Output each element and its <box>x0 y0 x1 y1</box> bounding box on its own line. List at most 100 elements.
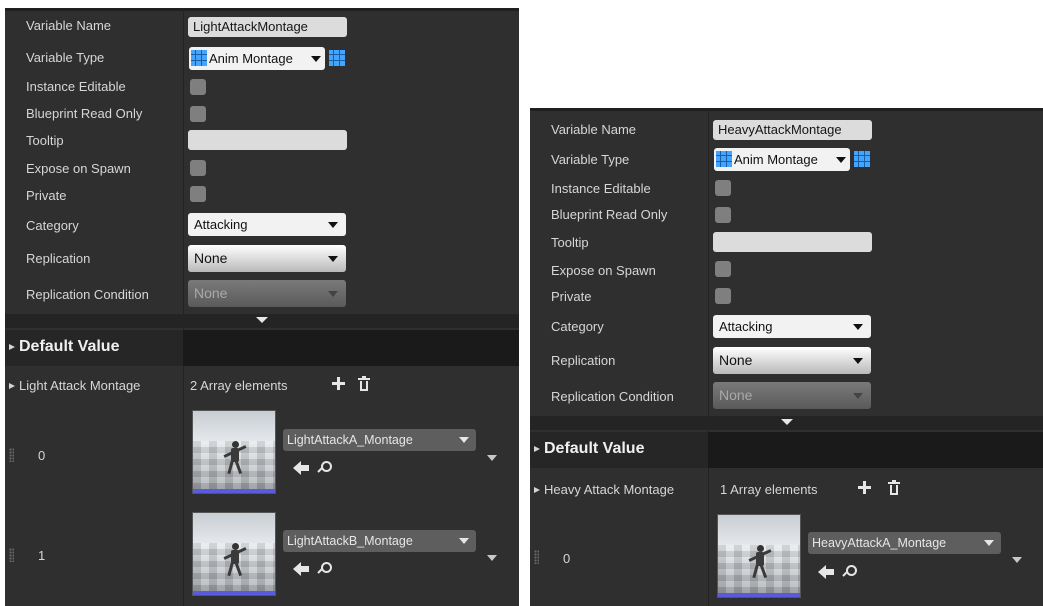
replication-condition-dropdown: None <box>713 382 871 409</box>
instance-editable-label: Instance Editable <box>26 79 126 94</box>
expose-on-spawn-checkbox[interactable] <box>190 160 206 176</box>
array-element-row: 0 HeavyAttackA_Montage <box>530 510 1043 606</box>
category-value: Attacking <box>194 217 248 232</box>
asset-picker-combo[interactable]: LightAttackB_Montage <box>283 530 476 552</box>
variable-type-dropdown[interactable]: Anim Montage <box>714 148 850 171</box>
element-index: 0 <box>563 551 571 566</box>
array-property-row: Heavy Attack Montage 1 Array elements <box>530 470 1043 504</box>
variable-name-input[interactable]: HeavyAttackMontage <box>713 120 872 140</box>
replication-condition-label: Replication Condition <box>26 287 149 302</box>
expose-on-spawn-label: Expose on Spawn <box>551 263 656 278</box>
expand-triangle-icon[interactable] <box>9 383 15 389</box>
asset-picker-combo[interactable]: HeavyAttackA_Montage <box>808 532 1001 554</box>
chevron-down-icon <box>328 221 338 228</box>
chevron-down-icon <box>853 392 863 399</box>
default-value-title: Default Value <box>19 338 120 355</box>
expose-on-spawn-label: Expose on Spawn <box>26 161 131 176</box>
chevron-down-icon <box>328 255 338 262</box>
array-count-label: 2 Array elements <box>190 378 288 393</box>
instance-editable-label: Instance Editable <box>551 181 651 196</box>
browse-search-icon[interactable] <box>842 565 857 579</box>
chevron-down-icon <box>459 538 469 544</box>
container-type-array-icon[interactable] <box>329 50 345 66</box>
container-type-array-icon[interactable] <box>854 151 870 167</box>
tooltip-input[interactable] <box>713 232 872 252</box>
chevron-down-icon <box>328 290 338 297</box>
variable-name-input[interactable]: LightAttackMontage <box>188 17 347 37</box>
expose-on-spawn-checkbox[interactable] <box>715 261 731 277</box>
instance-editable-checkbox[interactable] <box>190 79 206 95</box>
asset-thumbnail[interactable] <box>192 410 276 494</box>
variable-type-dropdown[interactable]: Anim Montage <box>189 47 325 70</box>
chevron-down-icon <box>311 55 321 62</box>
replication-label: Replication <box>26 251 91 266</box>
drag-grip-icon[interactable] <box>9 548 14 562</box>
advanced-collapse-bar[interactable] <box>530 416 1043 430</box>
private-checkbox[interactable] <box>190 186 206 202</box>
panel-top-border <box>530 108 1043 111</box>
default-value-header[interactable]: Default Value <box>530 432 1043 468</box>
array-grid-icon <box>716 151 732 167</box>
drag-grip-icon[interactable] <box>534 550 539 564</box>
chevron-down-icon <box>836 156 846 163</box>
element-index: 0 <box>38 448 46 463</box>
asset-thumbnail[interactable] <box>192 512 276 596</box>
replication-condition-label: Replication Condition <box>551 389 674 404</box>
private-label: Private <box>551 289 592 304</box>
replication-dropdown[interactable]: None <box>713 347 871 374</box>
replication-dropdown[interactable]: None <box>188 245 346 272</box>
element-index: 1 <box>38 548 46 563</box>
asset-picker-combo[interactable]: LightAttackA_Montage <box>283 429 476 451</box>
category-combo[interactable]: Attacking <box>188 213 346 236</box>
tooltip-label: Tooltip <box>26 133 64 148</box>
chevron-down-icon <box>853 357 863 364</box>
expand-arrow-icon <box>256 317 268 323</box>
blueprint-read-only-checkbox[interactable] <box>715 207 731 223</box>
details-panel-heavy-attack: Variable Name HeavyAttackMontage Variabl… <box>530 108 1043 606</box>
category-label: Category <box>551 319 604 334</box>
chevron-down-icon <box>853 323 863 330</box>
character-preview <box>748 545 772 579</box>
use-selected-back-arrow-icon[interactable] <box>293 461 309 475</box>
array-property-label: Light Attack Montage <box>19 378 141 393</box>
character-preview <box>223 441 247 475</box>
use-selected-back-arrow-icon[interactable] <box>293 562 309 576</box>
replication-value: None <box>194 250 228 266</box>
category-combo[interactable]: Attacking <box>713 315 871 338</box>
chevron-down-icon <box>459 437 469 443</box>
panel-top-border <box>5 8 519 11</box>
instance-editable-checkbox[interactable] <box>715 180 731 196</box>
clear-array-trash-icon[interactable] <box>358 376 370 391</box>
variable-name-label: Variable Name <box>551 122 637 137</box>
add-element-plus-icon[interactable] <box>858 481 871 494</box>
element-options-chevron-icon[interactable] <box>1012 557 1022 563</box>
private-label: Private <box>26 188 67 203</box>
variable-type-label: Variable Type <box>551 152 630 167</box>
replication-value: None <box>719 352 753 368</box>
add-element-plus-icon[interactable] <box>332 377 345 390</box>
asset-name: LightAttackB_Montage <box>287 534 413 548</box>
use-selected-back-arrow-icon[interactable] <box>818 565 834 579</box>
array-count-label: 1 Array elements <box>720 482 818 497</box>
element-options-chevron-icon[interactable] <box>487 555 497 561</box>
browse-search-icon[interactable] <box>317 461 332 475</box>
variable-type-label: Variable Type <box>26 50 105 65</box>
default-value-header[interactable]: Default Value <box>5 330 519 366</box>
array-grid-icon <box>191 50 207 66</box>
tooltip-label: Tooltip <box>551 235 589 250</box>
browse-search-icon[interactable] <box>317 562 332 576</box>
expand-arrow-icon <box>780 419 793 425</box>
tooltip-input[interactable] <box>188 130 347 150</box>
chevron-down-icon <box>984 540 994 546</box>
character-preview <box>223 543 247 577</box>
asset-thumbnail[interactable] <box>717 514 801 598</box>
variable-type-value: Anim Montage <box>209 51 293 66</box>
element-options-chevron-icon[interactable] <box>487 455 497 461</box>
blueprint-read-only-checkbox[interactable] <box>190 106 206 122</box>
private-checkbox[interactable] <box>715 288 731 304</box>
clear-array-trash-icon[interactable] <box>888 480 900 495</box>
expand-triangle-icon[interactable] <box>534 487 540 493</box>
drag-grip-icon[interactable] <box>9 448 14 462</box>
array-property-row: Light Attack Montage 2 Array elements <box>5 368 519 402</box>
advanced-collapse-bar[interactable] <box>5 314 519 328</box>
